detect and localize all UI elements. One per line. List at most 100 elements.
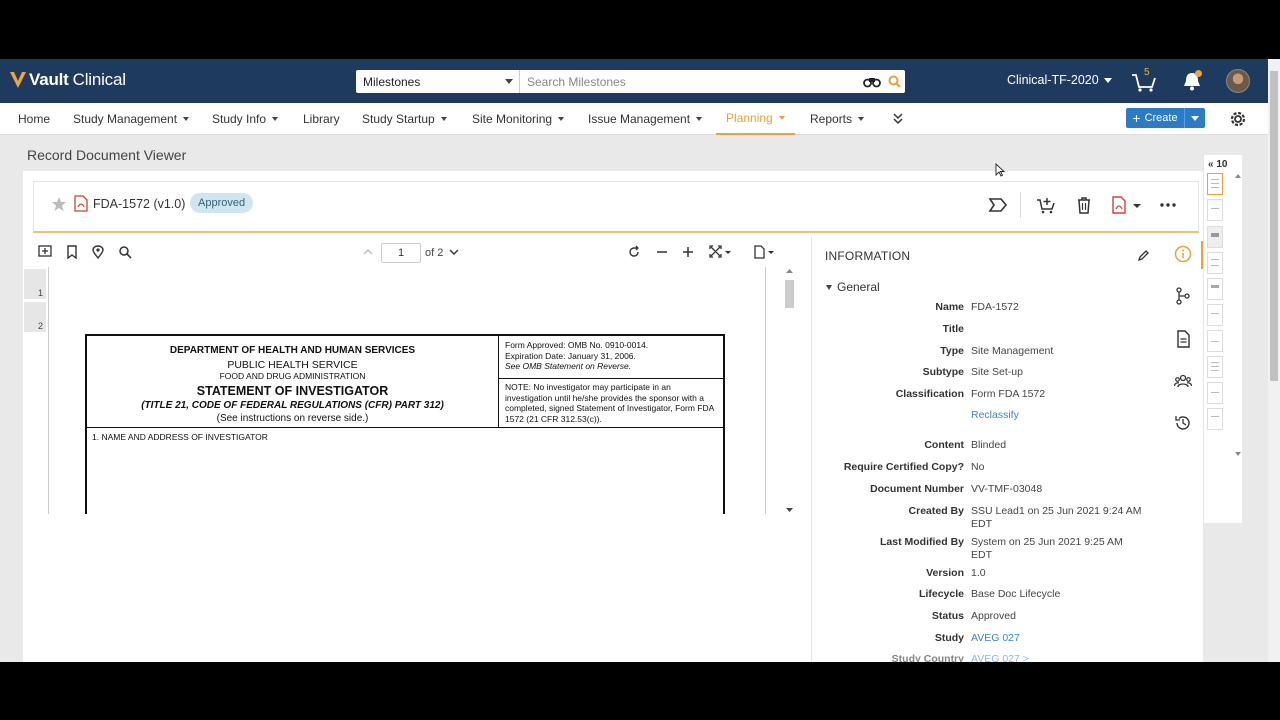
thumbnail-page[interactable] [1207,382,1223,404]
study-link[interactable]: AVEG 027 [971,632,1146,645]
pdf-download-icon[interactable] [1110,196,1130,214]
fit-page-icon[interactable] [709,245,733,259]
chevron-down-icon[interactable] [1132,196,1142,214]
thumbnail-page[interactable] [1207,226,1223,248]
page-scrollbar[interactable] [1268,59,1280,662]
page-number-input[interactable]: 1 [381,243,421,263]
delete-trash-icon[interactable] [1074,196,1094,214]
cart-button[interactable]: 5 [1130,67,1158,93]
document-view-icon[interactable] [753,245,777,259]
scroll-down-icon[interactable] [1234,451,1242,457]
document-scrollbar[interactable] [785,267,795,514]
vault-switcher[interactable]: Clinical-TF-2020 [1007,73,1112,87]
field-value: No [971,461,985,473]
workflow-tag-icon[interactable] [988,196,1008,214]
form-section-1: 1. NAME AND ADDRESS OF INVESTIGATOR [92,432,268,442]
create-dropdown-toggle[interactable] [1185,115,1205,121]
document-canvas[interactable]: DEPARTMENT OF HEALTH AND HUMAN SERVICES … [48,267,766,514]
search-scope-select[interactable]: Milestones [356,70,520,93]
page-number-gutter: 1 2 [24,267,46,514]
study-country-link[interactable]: AVEG 027 > [971,653,1146,662]
notifications-button[interactable] [1182,70,1202,92]
page-total: of 2 [425,247,444,259]
location-pin-icon[interactable] [91,245,105,259]
scrollbar-thumb[interactable] [1270,71,1278,381]
nav-study-startup[interactable]: Study Startup [362,103,447,135]
settings-button[interactable] [1228,109,1248,129]
add-annotation-icon[interactable] [38,245,52,259]
nav-study-info[interactable]: Study Info [212,103,279,135]
previous-page-icon[interactable] [363,245,373,259]
vault-logo[interactable]: Vault Clinical [10,70,126,90]
edit-pencil-icon[interactable] [1137,249,1150,262]
nav-site-monitoring[interactable]: Site Monitoring [472,103,565,135]
thumbnail-page[interactable] [1207,408,1223,430]
create-main[interactable]: + Create [1126,108,1185,128]
users-icon[interactable] [1174,372,1192,390]
form-omb-box: Form Approved: OMB No. 0910-0014. Expira… [499,336,723,379]
search-icon[interactable] [883,70,905,93]
add-to-cart-icon[interactable] [1036,196,1056,214]
search-document-icon[interactable] [118,245,132,259]
thumbnail-count: 10 [1216,159,1228,170]
more-actions-icon[interactable] [1158,196,1178,214]
field-label: Document Number [870,483,964,495]
scroll-up-icon[interactable] [785,267,794,275]
thumbnail-page[interactable] [1207,278,1223,300]
nav-library[interactable]: Library [303,103,340,135]
page-number-1[interactable]: 1 [24,269,46,299]
pdf-file-icon [74,195,88,212]
field-label: Title [942,323,964,335]
nav-study-management[interactable]: Study Management [73,103,190,135]
cart-count: 5 [1144,67,1150,78]
thumbnail-page[interactable] [1207,252,1223,274]
info-icon[interactable] [1174,245,1192,263]
nav-home[interactable]: Home [18,103,50,135]
document-name: FDA-1572 (v1.0) [93,197,186,211]
binoculars-icon[interactable] [861,70,883,93]
chevron-down-icon [1191,115,1199,121]
scrollbar-thumb[interactable] [785,280,794,308]
main-nav: Home Study Management Study Info Library… [0,103,1268,135]
history-icon[interactable] [1174,414,1192,432]
thumbnail-page[interactable] [1207,199,1223,221]
document-icon[interactable] [1174,330,1192,348]
avatar[interactable] [1226,69,1250,93]
reclassify-link[interactable]: Reclassify [971,409,1146,422]
nav-reports[interactable]: Reports [810,103,865,135]
vault-name: Clinical-TF-2020 [1007,73,1099,87]
caret-down-icon [826,284,832,290]
thumbnails-collapse[interactable]: « 10 [1208,159,1227,170]
caret-down-icon [272,117,279,121]
thumbnail-page[interactable] [1207,304,1223,326]
nav-label: Issue Management [588,112,691,126]
scroll-down-icon[interactable] [785,506,794,514]
thumbnail-page[interactable] [1207,330,1223,352]
nav-issue-management[interactable]: Issue Management [588,103,703,135]
zoom-out-icon[interactable] [655,245,669,259]
nav-planning[interactable]: Planning [716,103,795,135]
create-button[interactable]: + Create [1126,108,1205,128]
page-thumbnails-strip: « 10 [1203,155,1242,523]
favorite-star-icon[interactable] [51,196,67,212]
thumbnail-page[interactable] [1207,356,1223,378]
nav-more-button[interactable] [893,103,903,135]
next-page-icon[interactable] [449,245,459,259]
field-label: Type [940,345,964,357]
zoom-in-icon[interactable] [681,245,695,259]
document-header-bar: FDA-1572 (v1.0) Approved [33,181,1199,233]
nav-label: Study Management [73,112,178,126]
search-input[interactable] [520,70,861,93]
information-panel: INFORMATION General Name FDA-1572 Title T… [811,237,1163,662]
page-number-2[interactable]: 2 [24,302,46,332]
bookmark-icon[interactable] [65,245,79,259]
general-section-toggle[interactable]: General [826,280,880,294]
caret-down-icon [858,117,865,121]
relationships-icon[interactable] [1174,287,1192,305]
rotate-icon[interactable] [627,245,641,259]
nav-label: Study Info [212,112,267,126]
plus-icon: + [1132,110,1141,126]
scroll-up-icon[interactable] [1234,173,1242,179]
field-label: Study Country [891,653,964,662]
thumbnail-page[interactable] [1207,173,1223,195]
